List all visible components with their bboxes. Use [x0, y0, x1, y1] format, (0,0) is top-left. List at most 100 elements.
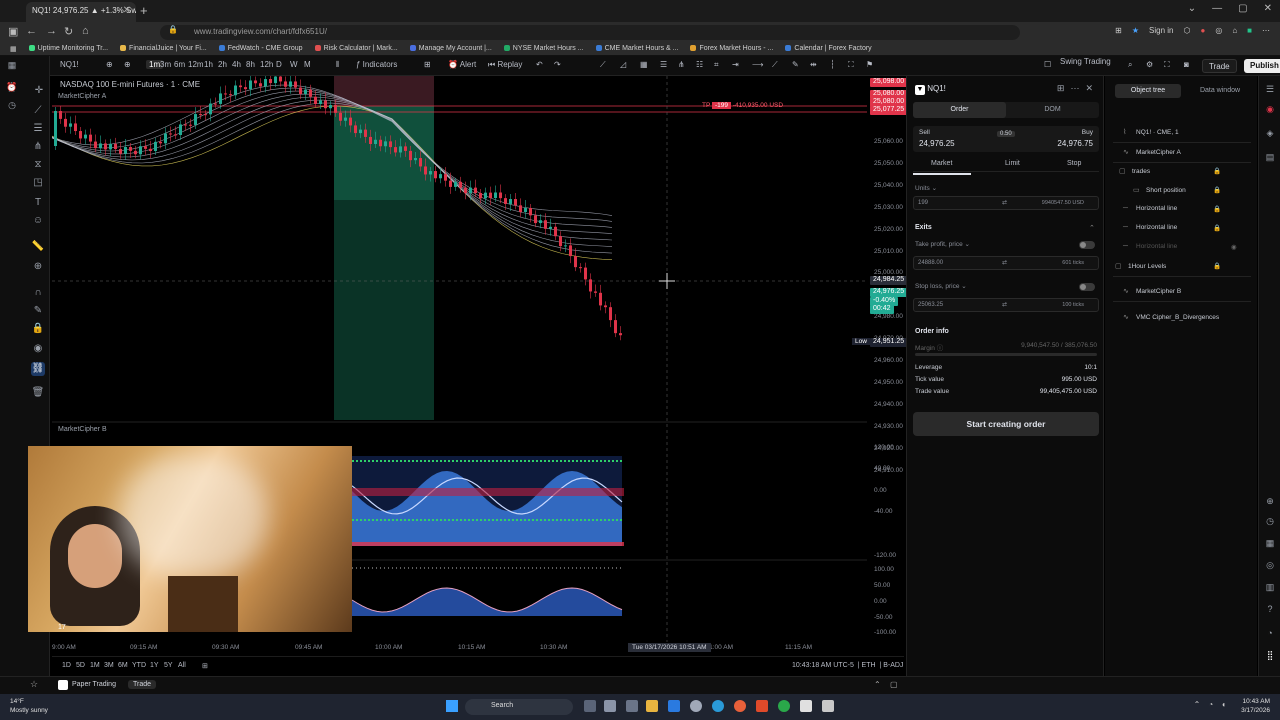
- pencil-lock-icon[interactable]: ✎: [31, 304, 45, 318]
- pattern-icon[interactable]: ☺: [31, 214, 45, 228]
- bookmark-item[interactable]: FedWatch - CME Group: [218, 45, 303, 52]
- sign-in-button[interactable]: Sign in: [1149, 26, 1173, 35]
- forward-icon[interactable]: →: [46, 25, 57, 37]
- indicator-a-label[interactable]: MarketCipher A: [58, 93, 106, 100]
- maximize-icon[interactable]: ▢: [1238, 3, 1247, 14]
- extension-icon[interactable]: ●: [1200, 26, 1205, 35]
- url-input[interactable]: www.tradingview.com/chart/fdfx651U/: [160, 25, 1020, 40]
- range-5d[interactable]: 5D: [76, 662, 85, 669]
- wifi-icon[interactable]: ◔: [1208, 700, 1213, 709]
- timeframe-4h[interactable]: 4h: [232, 60, 241, 69]
- sidebar-toggle-icon[interactable]: ▣: [8, 25, 18, 38]
- object-tree-item[interactable]: ∿ MarketCipher B: [1123, 287, 1181, 295]
- lock-icon[interactable]: 🔒: [31, 322, 45, 336]
- camera-icon[interactable]: ◙: [1184, 60, 1189, 69]
- app-icon[interactable]: [822, 700, 834, 712]
- magnet-icon[interactable]: ∩: [31, 286, 45, 300]
- bookmark-item[interactable]: Calendar | Forex Factory: [785, 45, 872, 52]
- bookmark-item[interactable]: CME Market Hours & ...: [595, 45, 678, 52]
- close-window-icon[interactable]: ✕: [1264, 3, 1272, 14]
- extension-icon[interactable]: ■: [1247, 26, 1252, 35]
- timeframe-2h[interactable]: 2h: [218, 60, 227, 69]
- help-icon[interactable]: ?: [1264, 604, 1276, 614]
- swap-icon[interactable]: ⇄: [1002, 259, 1007, 266]
- zoom-in-icon[interactable]: ⊕: [31, 260, 45, 274]
- dash-icon[interactable]: ⇹: [810, 60, 817, 69]
- tab-data-window[interactable]: Data window: [1187, 84, 1253, 98]
- publish-button[interactable]: Publish: [1244, 59, 1280, 73]
- watchlist-icon[interactable]: ☰: [1264, 84, 1276, 95]
- apps-icon[interactable]: ⣿: [1264, 650, 1276, 661]
- range-all[interactable]: All: [178, 662, 186, 669]
- timeframe-12m[interactable]: 12m: [188, 60, 204, 69]
- back-icon[interactable]: ←: [26, 25, 37, 37]
- chart-clock[interactable]: 10:43:18 AM UTC-5 | ETH | B-ADJ: [792, 662, 903, 669]
- undo-icon[interactable]: ↶: [536, 60, 543, 69]
- sl-price-label[interactable]: Stop loss, price ⌄: [915, 282, 967, 290]
- pitchfork-icon[interactable]: ⋔: [31, 140, 45, 154]
- range-ytd[interactable]: YTD: [132, 662, 146, 669]
- extension-icon[interactable]: ⬡: [1184, 26, 1191, 35]
- compare-icon[interactable]: ⊕: [106, 60, 113, 69]
- search-icon[interactable]: ⌕: [1128, 60, 1132, 70]
- rectangle-icon[interactable]: ▦: [640, 60, 648, 69]
- file-explorer-icon[interactable]: [646, 700, 658, 712]
- indicators-button[interactable]: ƒ Indicators: [356, 60, 397, 69]
- chevron-up-icon[interactable]: ⌃: [874, 680, 881, 689]
- bookmark-item[interactable]: Uptime Monitoring Tr...: [28, 45, 108, 52]
- hlines-icon[interactable]: ☰: [31, 122, 45, 136]
- clock-icon[interactable]: ◷: [6, 100, 18, 111]
- settings-icon[interactable]: ⚙: [1146, 60, 1153, 69]
- new-tab-icon[interactable]: +: [140, 3, 148, 18]
- fullscreen-icon[interactable]: ⛶: [848, 60, 854, 70]
- lines-icon[interactable]: ☰: [660, 60, 667, 69]
- star-icon[interactable]: ☆: [30, 679, 38, 690]
- ray-icon[interactable]: ⟶: [752, 60, 763, 69]
- paper-trading-tab[interactable]: Paper Trading: [72, 681, 116, 688]
- symbol-search[interactable]: NQ1!: [60, 60, 79, 69]
- home-icon[interactable]: ⌂: [82, 25, 89, 37]
- adj-label[interactable]: B-ADJ: [883, 662, 903, 669]
- range-3m[interactable]: 3M: [104, 662, 114, 669]
- brave-icon[interactable]: [756, 700, 768, 712]
- cursor-icon[interactable]: ✛: [32, 84, 46, 98]
- trend-line-icon[interactable]: ⟋: [600, 60, 606, 70]
- extension-icon[interactable]: ◎: [1215, 26, 1222, 35]
- menu-icon[interactable]: ⋯: [1262, 26, 1270, 35]
- range-1y[interactable]: 1Y: [150, 662, 159, 669]
- timeframe-1h[interactable]: 1h: [204, 60, 213, 69]
- session-label[interactable]: ETH: [862, 662, 876, 669]
- lock-icon[interactable]: 🔒: [168, 25, 178, 34]
- sl-toggle[interactable]: [1079, 283, 1095, 291]
- minimize-icon[interactable]: —: [1212, 3, 1222, 14]
- tab-market[interactable]: Market: [931, 160, 952, 167]
- object-tree-item[interactable]: ▭ Short position: [1133, 186, 1186, 194]
- bookmark-item[interactable]: NYSE Market Hours ...: [503, 45, 584, 52]
- replay-button[interactable]: ⏮ Replay: [488, 60, 522, 70]
- chrome-icon[interactable]: [690, 700, 702, 712]
- grid-icon[interactable]: ⌗: [714, 60, 719, 70]
- object-tree-item[interactable]: ▢ 1Hour Levels: [1115, 262, 1166, 270]
- timeframe-W[interactable]: W: [290, 60, 298, 69]
- brush-icon[interactable]: ✎: [792, 60, 799, 69]
- trash-icon[interactable]: 🗑: [31, 386, 45, 400]
- lock-icon[interactable]: 🔒: [1213, 167, 1221, 175]
- chat-icon[interactable]: ▤: [1264, 152, 1276, 163]
- object-tree-item[interactable]: ─ Horizontal line: [1123, 205, 1177, 212]
- apps-icon[interactable]: ▦: [10, 45, 17, 53]
- ruler-icon[interactable]: 📏: [31, 240, 45, 254]
- trend-line-icon[interactable]: ⟋: [31, 104, 45, 118]
- footer-trade-tab[interactable]: Trade: [128, 680, 157, 689]
- settings-app-icon[interactable]: [604, 700, 616, 712]
- layout-checkbox-icon[interactable]: ☐: [1044, 60, 1051, 69]
- start-creating-order-button[interactable]: Start creating order: [913, 412, 1099, 436]
- swap-icon[interactable]: ⇄: [1002, 199, 1007, 206]
- tp-toggle[interactable]: [1079, 241, 1095, 249]
- tab-object-tree[interactable]: Object tree: [1115, 84, 1181, 98]
- watchlist-icon[interactable]: ▦: [6, 60, 18, 71]
- tab-order[interactable]: Order: [913, 102, 1006, 118]
- hidden-eye-icon[interactable]: ◉: [1231, 243, 1237, 251]
- chevron-up-icon[interactable]: ⌃: [1089, 224, 1095, 232]
- bookmark-item[interactable]: FinancialJuice | Your Fi...: [120, 45, 207, 52]
- object-tree-item[interactable]: ▢ trades: [1119, 167, 1150, 175]
